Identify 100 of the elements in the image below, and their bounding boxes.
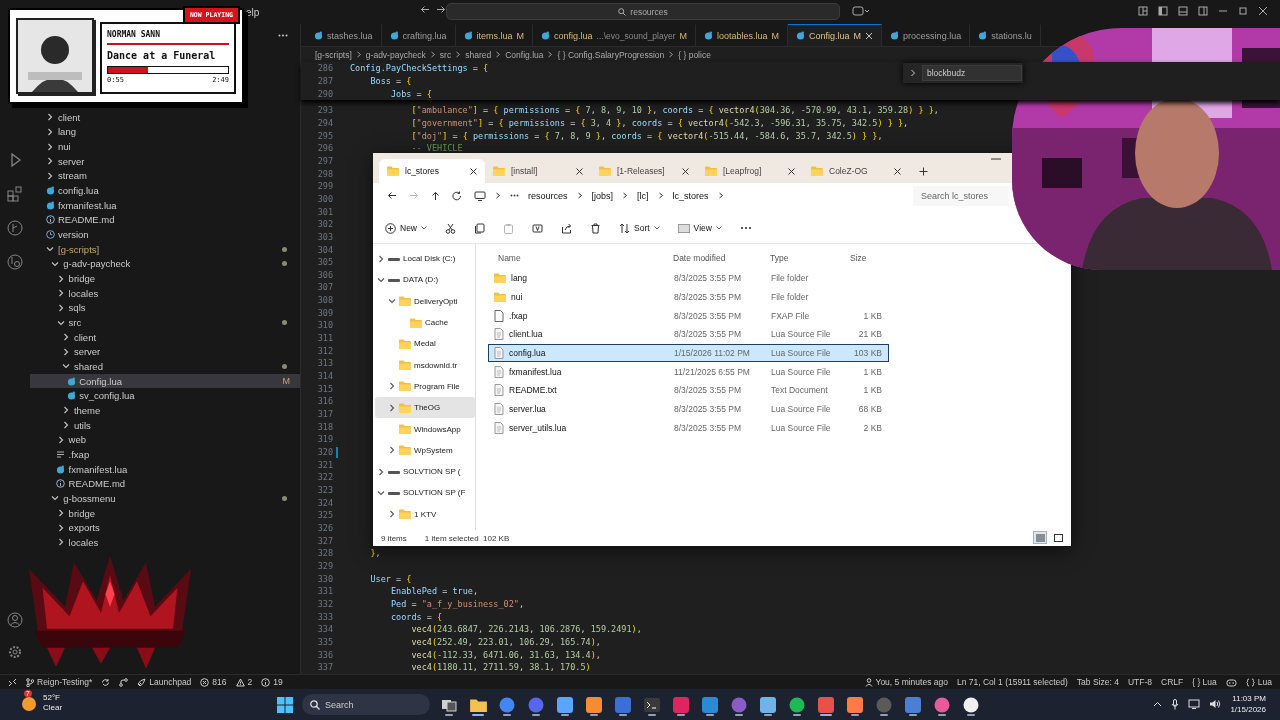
status-item[interactable] <box>119 677 129 687</box>
tree-item[interactable]: stream <box>30 168 300 184</box>
tree-item[interactable]: fxmanifest.lua <box>30 197 300 213</box>
tree-item[interactable]: sqls <box>30 300 300 316</box>
tree-item[interactable]: README.md <box>30 212 300 228</box>
column-header[interactable]: Name <box>488 253 663 263</box>
nav-item[interactable]: SOLVTION SP (F <box>375 482 475 504</box>
file-row[interactable]: lang 8/3/2025 3:55 PM File folder <box>488 269 889 288</box>
tree-item[interactable]: fxmanifest.lua <box>30 461 300 477</box>
breadcrumb-item[interactable]: { } Config.SalaryProgression <box>557 49 665 60</box>
tree-item[interactable]: server <box>30 344 300 360</box>
file-row[interactable]: config.lua 1/15/2026 11:02 PM Lua Source File 103 KB <box>488 343 889 363</box>
find-field[interactable]: blockbudz <box>922 65 1022 81</box>
toolbar-button[interactable]: New <box>383 220 429 236</box>
column-header[interactable]: Type <box>760 253 840 263</box>
tree-item[interactable]: locales <box>30 535 300 550</box>
tree-item[interactable]: locales <box>30 285 300 301</box>
file-row[interactable]: README.txt 8/3/2025 3:55 PM Text Document 1 KB <box>488 381 889 400</box>
search-field[interactable]: Search lc_stores <box>913 185 1009 206</box>
view-toggle[interactable] <box>1033 531 1047 544</box>
status-item[interactable]: You, 5 minutes ago <box>864 677 948 687</box>
nav-item[interactable]: 1 KTV <box>375 503 475 525</box>
editor-tab[interactable]: stations.lu <box>970 24 1041 46</box>
nav-item[interactable]: SOLVTION SP ( <box>375 460 475 483</box>
path-segment[interactable]: [jobs] <box>591 190 614 201</box>
explorer-tab[interactable]: [Leapfrog] <box>697 159 803 183</box>
path-segment[interactable]: lc_stores <box>672 190 709 201</box>
tree-item[interactable]: client <box>30 110 300 125</box>
tree-item[interactable]: utils <box>30 417 300 433</box>
breadcrumb-item[interactable]: [g-scripts] <box>315 49 352 60</box>
breadcrumb-item[interactable]: g-adv-paycheck <box>365 49 426 60</box>
nav-item[interactable]: Program File <box>375 375 475 398</box>
editor-tab[interactable]: crafting.lua <box>381 24 456 46</box>
status-item[interactable]: 2 <box>235 677 253 687</box>
tree-item[interactable]: config.lua <box>30 183 300 198</box>
breadcrumb-item[interactable]: Config.lua <box>505 49 544 60</box>
path-segment[interactable]: resources <box>528 190 568 201</box>
status-item[interactable]: UTF-8 <box>1127 677 1152 687</box>
tree-item[interactable]: shared <box>30 359 300 374</box>
path-segment[interactable]: [lc] <box>637 190 649 201</box>
command-center[interactable]: resources <box>446 3 840 20</box>
status-item[interactable] <box>101 677 111 687</box>
status-item[interactable]: 19 <box>261 677 283 687</box>
tree-item[interactable]: Config.lua M <box>30 373 300 389</box>
tree-item[interactable]: g-bossmenu <box>30 491 300 506</box>
editor-tab[interactable]: stashes.lua <box>306 24 382 46</box>
file-row[interactable]: server.lua 8/3/2025 3:55 PM Lua Source File 68 KB <box>488 399 889 419</box>
file-row[interactable]: fxmanifest.lua 11/21/2025 6:55 PM Lua Source File 1 KB <box>488 362 889 382</box>
status-item[interactable] <box>1225 677 1237 687</box>
editor-tab[interactable]: items.lua M <box>455 24 534 46</box>
tree-item[interactable]: server <box>30 153 300 169</box>
tree-item[interactable]: lang <box>30 124 300 140</box>
tree-item[interactable]: bridge <box>30 505 300 521</box>
explorer-tab[interactable]: [1-Releases] <box>591 159 697 183</box>
status-item[interactable]: 816 <box>200 677 227 687</box>
explorer-tab[interactable]: ColeZ-OG <box>803 159 909 183</box>
tree-item[interactable]: web <box>30 432 300 448</box>
editor-tab[interactable]: config.lua ...\evo_sound_player M <box>533 24 697 46</box>
tree-item[interactable]: .fxap <box>30 447 300 462</box>
file-row[interactable]: .fxap 8/3/2025 3:55 PM FXAP File 1 KB <box>488 306 889 326</box>
nav-item[interactable]: Local Disk (C:) <box>375 248 475 270</box>
tree-item[interactable]: src <box>30 315 300 330</box>
file-row[interactable]: client.lua 8/3/2025 3:55 PM Lua Source File 21 KB <box>488 325 889 344</box>
tree-item[interactable]: README.md <box>30 476 300 492</box>
explorer-tab[interactable]: lc_stores <box>379 159 485 183</box>
tree-item[interactable]: exports <box>30 520 300 536</box>
tree-item[interactable]: version <box>30 227 300 242</box>
tree-item[interactable]: sv_config.lua <box>30 388 300 404</box>
breadcrumb-item[interactable]: shared <box>465 49 492 60</box>
tree-item[interactable]: bridge <box>30 271 300 286</box>
status-item[interactable]: Reign-Testing* <box>26 677 93 687</box>
tree-item[interactable]: g-adv-paycheck <box>30 256 300 272</box>
tree-item[interactable]: [g-scripts] <box>30 241 300 257</box>
status-item[interactable]: Launchpad <box>137 677 192 687</box>
file-row[interactable]: server_utils.lua 8/3/2025 3:55 PM Lua Source File 2 KB <box>488 418 889 438</box>
nav-item[interactable]: WindowsApp <box>375 418 475 440</box>
nav-item[interactable]: DeliveryOpti <box>375 290 475 312</box>
status-item[interactable] <box>8 677 17 687</box>
nav-item[interactable]: Cache <box>375 311 475 334</box>
tree-item[interactable]: nui <box>30 139 300 154</box>
breadcrumb-item[interactable]: src <box>439 49 452 60</box>
status-item[interactable]: Tab Size: 4 <box>1076 677 1119 687</box>
status-item[interactable]: { } Lua <box>1192 677 1217 687</box>
view-toggle[interactable] <box>1051 531 1065 544</box>
column-header[interactable]: Date modified <box>663 253 760 263</box>
explorer-tab[interactable]: [install] <box>485 159 591 183</box>
nav-item[interactable]: Medal <box>375 333 475 355</box>
toolbar-button[interactable]: View <box>675 221 724 235</box>
tree-item[interactable]: client <box>30 329 300 345</box>
taskbar-search[interactable]: Search <box>302 694 430 715</box>
clock[interactable]: 11:03 PM 1/15/2026 <box>1230 693 1266 715</box>
editor-tab[interactable]: processing.lua <box>882 24 971 46</box>
tree-item[interactable]: theme <box>30 403 300 418</box>
nav-item[interactable]: TheOG <box>375 397 475 419</box>
nav-item[interactable]: msdownld.tr <box>375 354 475 376</box>
nav-item[interactable]: WpSystem <box>375 439 475 461</box>
toolbar-button[interactable]: Sort <box>617 220 662 236</box>
column-header[interactable]: Size <box>840 253 885 263</box>
editor-tab[interactable]: Config.lua M <box>788 24 883 46</box>
file-row[interactable]: nui 8/3/2025 3:55 PM File folder <box>488 287 889 307</box>
